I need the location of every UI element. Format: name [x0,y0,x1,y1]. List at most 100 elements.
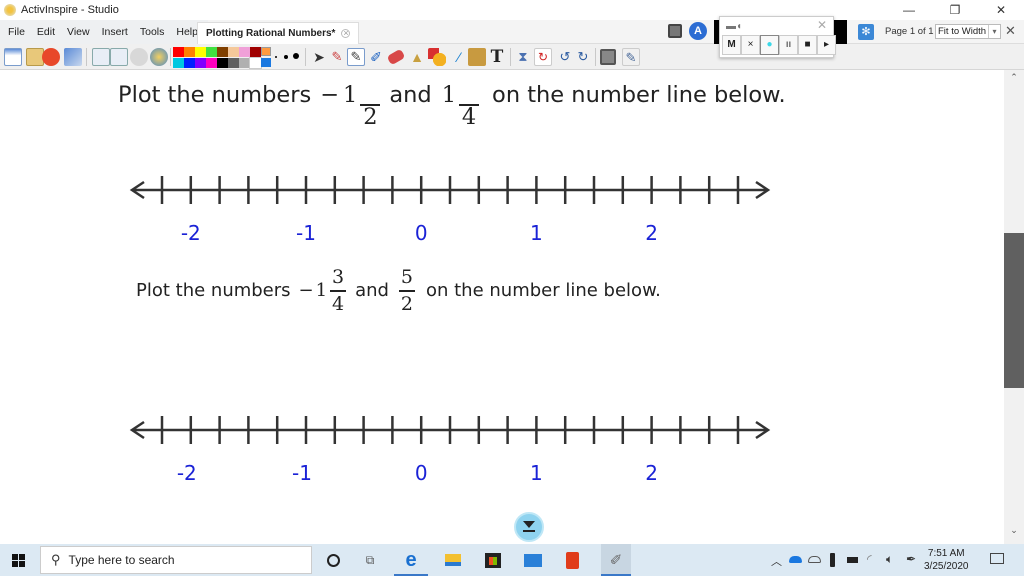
office-icon[interactable] [562,550,582,570]
color-swatch[interactable] [239,58,250,68]
page-browser-mini-icon[interactable] [668,24,682,38]
scrollbar-thumb[interactable] [1004,233,1024,388]
pen-width-large[interactable] [293,53,299,59]
scroll-down-icon[interactable]: ⌄ [1004,525,1024,536]
dual-user-icon[interactable] [42,48,60,66]
color-swatch[interactable] [250,47,261,57]
store-icon[interactable] [483,550,503,570]
recorder-play-button[interactable]: ▸ [817,35,836,55]
close-tab-icon[interactable]: × [341,29,351,38]
number-line-2[interactable]: -2 -1 0 1 2 [0,402,1004,482]
file-explorer-icon[interactable] [443,550,463,570]
show-hidden-icon[interactable]: ︿ [771,553,782,569]
undo-icon[interactable]: ↺ [556,48,574,66]
activinspire-taskbar-icon[interactable]: ✐ [601,544,631,576]
vertical-scrollbar[interactable]: ⌃ ⌄ [1004,70,1024,544]
menu-file[interactable]: File [8,26,25,38]
recorder-close-icon[interactable]: ✕ [817,18,827,32]
eraser-icon[interactable] [386,48,406,66]
snowflake-icon[interactable]: ✻ [858,24,874,40]
menu-view[interactable]: View [67,26,90,38]
usb-icon[interactable] [830,553,835,567]
recorder-pause-button[interactable]: ıı [779,35,798,55]
redo-icon[interactable]: ↻ [574,48,592,66]
pen-width-small[interactable] [275,56,277,58]
restore-button[interactable]: ❐ [932,0,978,20]
color-swatch[interactable] [195,58,206,68]
taskbar-clock[interactable]: 7:51 AM 3/25/2020 [924,547,969,573]
cortana-icon[interactable] [323,550,343,570]
windows-start-icon[interactable] [12,554,25,567]
zoom-select[interactable]: Fit to Width ▾ [935,24,1001,39]
menu-edit[interactable]: Edit [37,26,55,38]
reset-icon[interactable]: ↻ [534,48,552,66]
taskbar-search-box[interactable]: ⚲ Type here to search [40,546,312,574]
problem-1-second-whole: 1 [441,82,457,108]
pen-icon[interactable]: ✎ [347,48,365,66]
previous-page-icon[interactable] [92,48,110,66]
page-browser-icon[interactable] [600,49,616,65]
shape-icon[interactable] [428,48,446,66]
fill-icon[interactable]: ▲ [408,48,426,66]
fraction-denominator: 4 [332,292,345,315]
color-swatch[interactable] [206,47,217,57]
mail-icon[interactable] [523,550,543,570]
color-swatch[interactable] [228,58,239,68]
recorder-record-button[interactable]: ● [760,35,779,55]
battery-icon[interactable] [847,557,858,563]
color-swatch[interactable] [249,57,262,69]
color-swatch[interactable] [173,58,184,68]
color-swatch[interactable] [228,47,239,57]
pen-icon[interactable]: ✒︎ [906,552,916,566]
color-swatch[interactable] [217,58,228,68]
pen-width-medium[interactable] [284,55,288,59]
magic-ink-icon[interactable]: ✎ [328,48,346,66]
notifications-icon[interactable] [990,553,1004,564]
current-color-secondary[interactable] [261,58,271,67]
close-button[interactable]: ✕ [978,0,1024,20]
activ-icon[interactable]: A [689,22,707,40]
color-swatch[interactable] [184,58,195,68]
select-icon[interactable]: ➤ [310,48,328,66]
task-view-icon[interactable]: ⧉ [360,550,380,570]
tick-label: 2 [645,221,658,242]
document-tab[interactable]: Plotting Rational Numbers* × [197,22,360,44]
clock-time: 7:51 AM [927,548,965,559]
onedrive-icon[interactable] [789,556,802,563]
current-color-primary[interactable] [261,47,271,56]
color-swatch[interactable] [173,47,184,57]
color-swatch[interactable] [206,58,217,68]
clip-icon[interactable] [468,48,486,66]
edge-icon[interactable]: e [401,549,421,571]
menu-help[interactable]: Help [176,26,198,38]
color-swatch[interactable] [184,47,195,57]
minimize-button[interactable]: — [886,0,932,20]
scroll-up-icon[interactable]: ⌃ [1004,72,1024,83]
volume-icon[interactable]: 🔈︎ [886,552,893,567]
connector-icon[interactable]: ⁄ [450,48,468,66]
fullscreen-icon[interactable]: ✕ [1005,23,1016,39]
desktop-annotate-icon[interactable] [64,48,82,66]
menu-insert[interactable]: Insert [102,26,128,38]
web-browser-icon[interactable] [150,48,168,66]
play-icon[interactable] [130,48,148,66]
recorder-mode-button[interactable]: M [722,35,741,55]
recorder-cancel-button[interactable]: × [741,35,760,55]
menu-tools[interactable]: Tools [140,26,165,38]
text-icon[interactable]: T [488,48,506,66]
recorder-stop-button[interactable]: ■ [798,35,817,55]
next-page-icon[interactable] [110,48,128,66]
wifi-icon[interactable]: ◜ [867,552,872,566]
page-menu-button[interactable] [514,512,544,542]
color-swatch[interactable] [239,47,250,57]
browsers-icon[interactable] [4,48,22,66]
flipchart-canvas[interactable]: Plot the numbers − 1 2 and 1 4 on the nu… [0,70,1004,544]
cloud-icon[interactable] [808,556,821,563]
color-swatch[interactable] [217,47,228,57]
trays-icon[interactable]: ✎ [622,48,640,66]
color-swatch[interactable] [195,47,206,57]
clear-icon[interactable]: ⧗ [514,48,532,66]
number-line-1[interactable]: -2 -1 0 1 2 [0,162,1004,242]
chevron-down-icon: ▾ [988,25,1000,38]
highlighter-icon[interactable]: ✐ [367,48,385,66]
